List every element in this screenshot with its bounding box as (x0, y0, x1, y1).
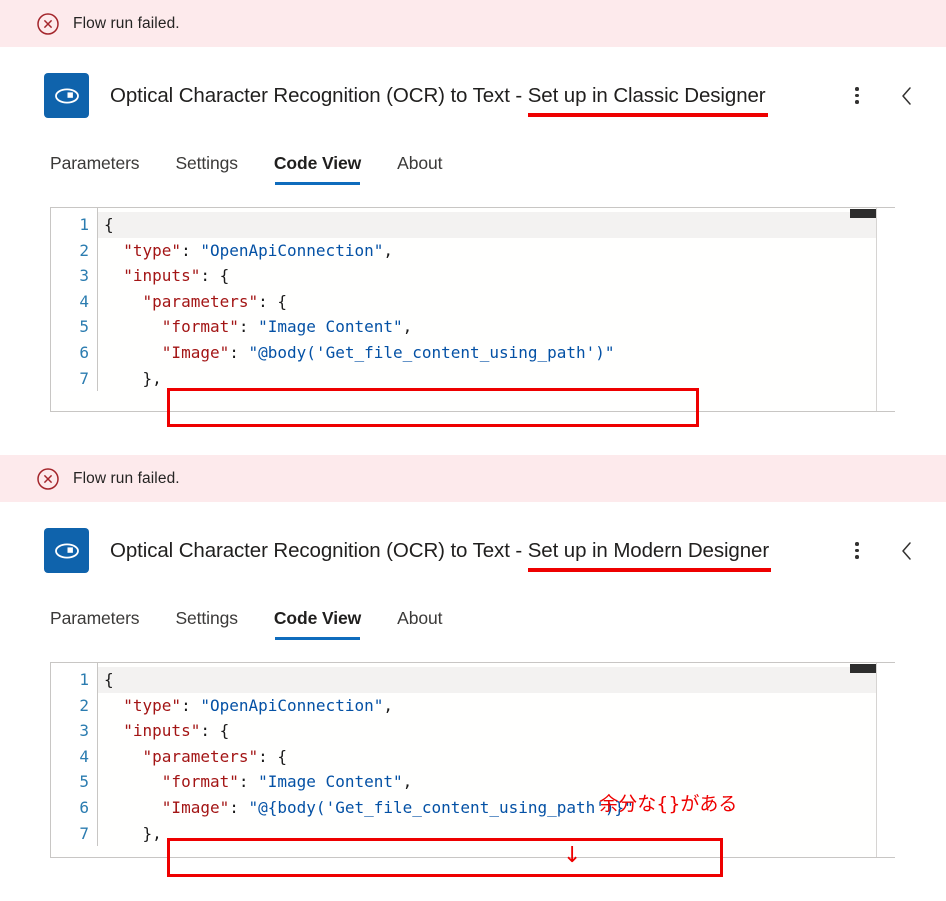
line-number: 5 (79, 772, 89, 792)
horizontal-scrollbar-thumb[interactable] (850, 209, 876, 218)
ocr-eye-icon (44, 528, 89, 573)
code-line: { (98, 667, 895, 693)
vertical-scrollbar-track[interactable] (876, 663, 895, 857)
page-title-main: Optical Character Recognition (OCR) to T… (110, 83, 528, 107)
page-title-main: Optical Character Recognition (OCR) to T… (110, 538, 528, 562)
code-lines[interactable]: { "type": "OpenApiConnection", "inputs":… (98, 663, 895, 846)
line-number: 3 (79, 266, 89, 286)
vertical-scrollbar-track[interactable] (876, 208, 895, 411)
line-number: 4 (79, 291, 89, 311)
annotation-extra-braces: 余分な{}がある ↓ (563, 769, 737, 901)
ocr-eye-icon (44, 73, 89, 118)
line-number: 6 (79, 342, 89, 362)
screenshot-root: Flow run failed. Optical Character Recog… (0, 0, 946, 901)
line-number: 5 (79, 317, 89, 337)
chevron-left-icon[interactable] (894, 83, 920, 109)
code-line: "format": "Image Content", (161, 317, 413, 337)
code-line: { (98, 212, 895, 238)
tab-about[interactable]: About (397, 608, 442, 640)
tab-parameters[interactable]: Parameters (50, 153, 140, 185)
horizontal-scrollbar-thumb[interactable] (850, 664, 876, 673)
code-line: "type": "OpenApiConnection", (123, 695, 393, 715)
page-title-wrap: Optical Character Recognition (OCR) to T… (110, 83, 844, 117)
kebab-dots (855, 542, 859, 559)
code-lines[interactable]: { "type": "OpenApiConnection", "inputs":… (98, 208, 895, 391)
kebab-dots (855, 87, 859, 104)
more-vertical-icon[interactable] (844, 538, 870, 564)
error-banner-text: Flow run failed. (73, 14, 180, 32)
code-line: "Image": "@body('Get_file_content_using_… (161, 342, 615, 362)
error-circle-x-icon (37, 467, 59, 490)
tab-bar: Parameters Settings Code View About (0, 578, 946, 640)
code-line: "parameters": { (142, 291, 288, 311)
error-banner: Flow run failed. (0, 455, 946, 502)
tab-about[interactable]: About (397, 153, 442, 185)
page-title: Optical Character Recognition (OCR) to T… (110, 538, 844, 572)
line-number: 4 (79, 746, 89, 766)
page-title-highlight: Set up in Modern Designer (527, 538, 772, 572)
line-number: 7 (79, 823, 89, 843)
line-number: 1 (79, 670, 89, 689)
code-line: }, (104, 823, 162, 843)
error-banner: Flow run failed. (0, 0, 946, 47)
line-number: 2 (79, 695, 89, 715)
page-title: Optical Character Recognition (OCR) to T… (110, 83, 844, 117)
error-circle-x-icon (37, 12, 59, 35)
header-actions (844, 83, 926, 109)
code-line: "parameters": { (142, 746, 288, 766)
tab-code-view[interactable]: Code View (274, 153, 361, 185)
tab-bar: Parameters Settings Code View About (0, 123, 946, 185)
annotation-arrow-icon: ↓ (563, 843, 582, 869)
line-number: 6 (79, 797, 89, 817)
code-editor[interactable]: 1 2 3 4 5 6 7 { "type": "OpenApiConnecti… (50, 207, 895, 412)
line-number: 2 (79, 240, 89, 260)
code-editor[interactable]: 1 2 3 4 5 6 7 { "type": "OpenApiConnecti… (50, 662, 895, 858)
line-number-gutter: 1 2 3 4 5 6 7 (51, 208, 98, 392)
more-vertical-icon[interactable] (844, 83, 870, 109)
panel-modern-designer: Flow run failed. Optical Character Recog… (0, 455, 946, 901)
tab-code-view[interactable]: Code View (274, 608, 361, 640)
code-line: }, (104, 368, 162, 388)
tab-settings[interactable]: Settings (175, 608, 238, 640)
panel-classic-designer: Flow run failed. Optical Character Recog… (0, 0, 946, 455)
tab-settings[interactable]: Settings (175, 153, 238, 185)
header-actions (844, 538, 926, 564)
line-number: 1 (79, 215, 89, 234)
code-line: "Image": "@{body('Get_file_content_using… (161, 797, 634, 817)
code-line: "format": "Image Content", (161, 772, 413, 792)
page-title-wrap: Optical Character Recognition (OCR) to T… (110, 538, 844, 572)
panel-header: Optical Character Recognition (OCR) to T… (0, 502, 946, 578)
line-number-gutter: 1 2 3 4 5 6 7 (51, 663, 98, 847)
error-banner-text: Flow run failed. (73, 469, 180, 487)
page-title-highlight: Set up in Classic Designer (527, 83, 768, 117)
chevron-left-icon[interactable] (894, 538, 920, 564)
line-number: 3 (79, 721, 89, 741)
code-line: "inputs": { (123, 266, 230, 286)
panel-header: Optical Character Recognition (OCR) to T… (0, 47, 946, 123)
code-line: "inputs": { (123, 721, 230, 741)
line-number: 7 (79, 368, 89, 388)
annotation-text: 余分な{}がある (599, 792, 738, 815)
code-line: "type": "OpenApiConnection", (123, 240, 393, 260)
tab-parameters[interactable]: Parameters (50, 608, 140, 640)
